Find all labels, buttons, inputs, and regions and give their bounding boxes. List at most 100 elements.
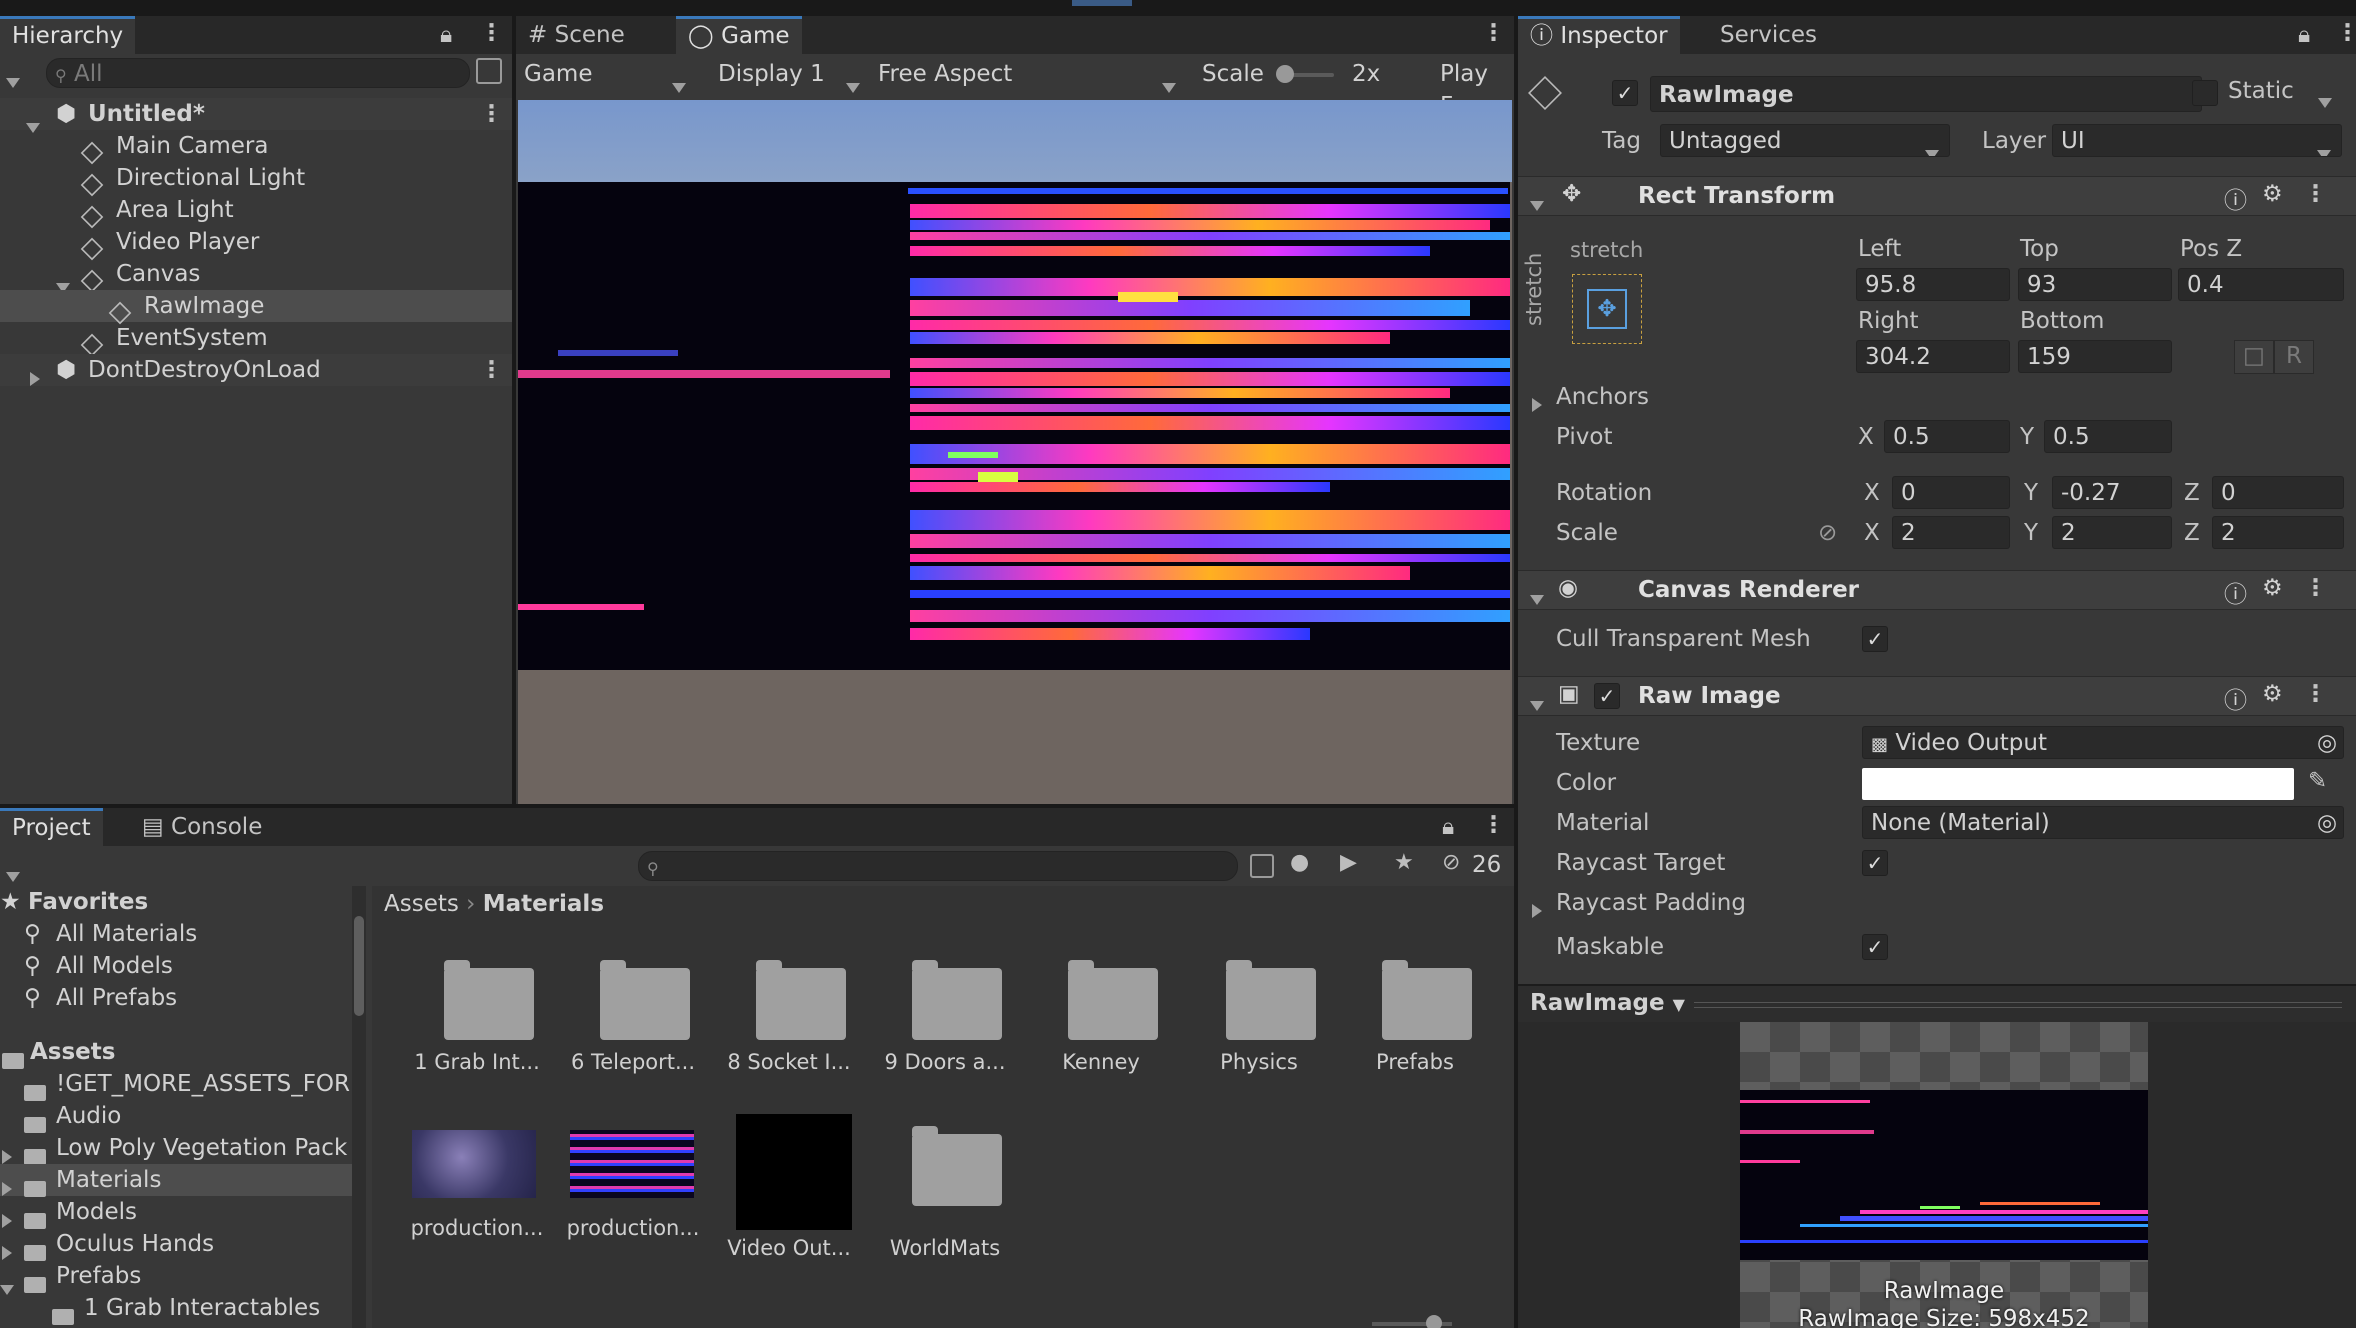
lock-icon[interactable]: 🔒︎ [1442, 814, 1454, 840]
pivot-x-input[interactable]: 0.5 [1884, 420, 2010, 453]
create-dropdown-icon[interactable] [6, 68, 20, 94]
top-input[interactable]: 93 [2018, 268, 2172, 301]
display-dropdown[interactable]: Display 1 [718, 58, 878, 93]
lock-icon[interactable]: 🔒︎ [2298, 22, 2310, 48]
foldout-closed-icon[interactable] [1532, 898, 1542, 924]
icon-size-slider-handle[interactable] [1426, 1315, 1442, 1328]
asset-folder-grab-int[interactable]: 1 Grab Int... [402, 946, 552, 1074]
foldout-open-icon[interactable] [1530, 191, 1544, 217]
scale-z-input[interactable]: 2 [2212, 516, 2344, 549]
component-menu-icon[interactable]: ⋮ [2304, 575, 2327, 601]
asset-material-production-2[interactable]: production... [558, 1110, 708, 1250]
raw-edit-button[interactable]: R [2274, 340, 2314, 374]
raw-image-enabled-checkbox[interactable]: ✓ [1594, 683, 1620, 709]
anchors-label[interactable]: Anchors [1556, 384, 1649, 410]
tag-dropdown[interactable]: Untagged [1660, 124, 1950, 157]
constrain-proportions-icon[interactable]: ⊘ [1818, 520, 1837, 546]
scene-menu-icon[interactable]: ⋮ [480, 98, 503, 130]
object-picker-icon[interactable]: ◎ [2317, 807, 2337, 838]
hierarchy-item-area-light[interactable]: Area Light [0, 194, 512, 228]
tree-scrollbar[interactable] [352, 886, 366, 1328]
asset-folder-teleport[interactable]: 6 Teleport... [558, 946, 708, 1074]
more-options-icon[interactable]: ⋮ [1482, 20, 1505, 46]
more-options-icon[interactable]: ⋮ [2336, 20, 2356, 46]
posz-input[interactable]: 0.4 [2178, 268, 2344, 301]
create-dropdown-icon[interactable] [6, 862, 20, 888]
blueprint-mode-button[interactable]: □ [2234, 340, 2274, 374]
component-menu-icon[interactable]: ⋮ [2304, 681, 2327, 707]
tab-hierarchy[interactable]: Hierarchy [0, 16, 136, 54]
preview-title-dropdown[interactable]: RawImage ▼ [1530, 990, 1685, 1016]
asset-folder-physics[interactable]: Physics [1184, 946, 1334, 1074]
object-name-input[interactable]: RawImage [1650, 76, 2202, 112]
rect-transform-header[interactable]: ✥ Rect Transform ⓘ ⚙ ⋮ [1518, 176, 2356, 216]
search-by-type-icon[interactable] [1250, 854, 1274, 878]
hidden-packages-icon[interactable]: ⊘ [1442, 850, 1460, 875]
favorite-star-icon[interactable]: ★ [1394, 850, 1414, 875]
asset-folder-doors[interactable]: 9 Doors a... [870, 946, 1020, 1074]
favorite-all-materials[interactable]: ⚲ All Materials [0, 918, 352, 950]
label-icon[interactable]: ▶ [1340, 850, 1357, 875]
tab-scene[interactable]: # Scene [516, 16, 637, 54]
material-object-field[interactable]: None (Material) ◎ [1862, 806, 2344, 839]
right-input[interactable]: 304.2 [1856, 340, 2010, 373]
folder-oculus-hands[interactable]: Oculus Hands [0, 1228, 352, 1261]
breadcrumb-assets[interactable]: Assets [384, 891, 459, 917]
tab-inspector[interactable]: ⓘ Inspector [1518, 16, 1680, 54]
tab-console[interactable]: ▤ Console [130, 808, 274, 846]
game-render-view[interactable] [518, 100, 1512, 804]
gameobject-icon[interactable] [1528, 76, 1570, 110]
rotation-z-input[interactable]: 0 [2212, 476, 2344, 509]
asset-material-production-1[interactable]: production... [402, 1110, 552, 1250]
favorite-all-prefabs[interactable]: ⚲ All Prefabs [0, 982, 352, 1014]
lock-icon[interactable]: 🔒︎ [440, 22, 452, 48]
help-icon[interactable]: ⓘ [2224, 181, 2247, 215]
maskable-checkbox[interactable]: ✓ [1862, 934, 1888, 960]
preview-drag-handle[interactable] [1694, 1002, 2342, 1008]
asset-folder-prefabs[interactable]: Prefabs [1340, 946, 1490, 1074]
hierarchy-item-rawimage[interactable]: RawImage [0, 290, 512, 324]
tab-game[interactable]: ◯ Game [676, 16, 802, 54]
asset-render-texture-video-output[interactable]: Video Out... [714, 1110, 864, 1260]
presets-icon[interactable]: ⚙ [2262, 575, 2283, 601]
favorite-all-models[interactable]: ⚲ All Models [0, 950, 352, 982]
filter-by-type-icon[interactable]: ● [1290, 850, 1309, 875]
tab-project[interactable]: Project [0, 808, 103, 846]
aspect-dropdown[interactable]: Free Aspect [878, 58, 1178, 93]
layer-dropdown[interactable]: UI [2052, 124, 2342, 157]
folder-materials[interactable]: Materials [0, 1164, 352, 1197]
folder-models[interactable]: Models [0, 1196, 352, 1229]
canvas-renderer-header[interactable]: ◉ Canvas Renderer ⓘ ⚙ ⋮ [1518, 570, 2356, 610]
scale-slider-handle[interactable] [1276, 65, 1294, 83]
raycast-target-checkbox[interactable]: ✓ [1862, 850, 1888, 876]
component-menu-icon[interactable]: ⋮ [2304, 181, 2327, 207]
folder-grab-interactables[interactable]: 1 Grab Interactables [0, 1292, 352, 1325]
folder-prefabs[interactable]: Prefabs [0, 1260, 352, 1295]
project-search-input[interactable]: ⚲ [638, 851, 1238, 881]
asset-folder-worldmats[interactable]: WorldMats [870, 1110, 1020, 1260]
pivot-y-input[interactable]: 0.5 [2044, 420, 2172, 453]
hierarchy-item-directional-light[interactable]: Directional Light [0, 162, 512, 196]
folder-get-more-assets[interactable]: !GET_MORE_ASSETS_FOR [0, 1068, 352, 1101]
hierarchy-item-main-camera[interactable]: Main Camera [0, 130, 512, 164]
color-swatch[interactable] [1862, 768, 2294, 800]
foldout-open-icon[interactable] [1530, 691, 1544, 717]
hierarchy-item-untitled[interactable]: ⬢ Untitled* ⋮ [0, 98, 512, 133]
rotation-y-input[interactable]: -0.27 [2052, 476, 2172, 509]
asset-folder-socket[interactable]: 8 Socket I... [714, 946, 864, 1074]
raycast-padding-label[interactable]: Raycast Padding [1556, 890, 1746, 916]
game-view-dropdown[interactable]: Game [524, 58, 692, 93]
breadcrumb-materials[interactable]: Materials [483, 891, 604, 917]
hierarchy-item-dontdestroyonload[interactable]: ⬢ DontDestroyOnLoad ⋮ [0, 354, 512, 386]
assets-root[interactable]: Assets [0, 1036, 352, 1069]
foldout-open-icon[interactable] [1530, 585, 1544, 611]
help-icon[interactable]: ⓘ [2224, 575, 2247, 609]
left-input[interactable]: 95.8 [1856, 268, 2010, 301]
presets-icon[interactable]: ⚙ [2262, 181, 2283, 207]
icon-size-slider[interactable] [1372, 1315, 1452, 1328]
scene-menu-icon[interactable]: ⋮ [480, 354, 503, 386]
scale-slider[interactable] [1276, 65, 1334, 83]
foldout-closed-icon[interactable] [30, 363, 40, 395]
favorites-header[interactable]: ★ Favorites [0, 886, 352, 918]
hierarchy-search-input[interactable]: ⚲ All [46, 58, 470, 88]
